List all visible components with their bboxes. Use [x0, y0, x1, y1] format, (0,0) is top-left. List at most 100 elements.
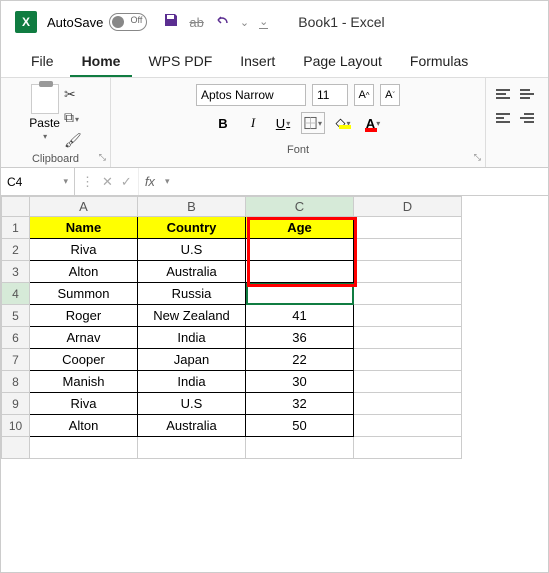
row-header[interactable]: 7 — [2, 349, 30, 371]
italic-button[interactable]: I — [241, 112, 265, 134]
cell[interactable]: 50 — [246, 415, 354, 437]
qat-customize-icon[interactable]: ⌄ — [259, 15, 268, 29]
cell[interactable]: Name — [30, 217, 138, 239]
row-header[interactable] — [2, 437, 30, 459]
cell[interactable] — [30, 437, 138, 459]
decrease-font-button[interactable]: Aˇ — [380, 84, 400, 106]
cell[interactable]: Alton — [30, 415, 138, 437]
name-box[interactable]: C4 ▾ — [1, 168, 75, 195]
cell[interactable]: Cooper — [30, 349, 138, 371]
undo-icon[interactable] — [214, 12, 230, 33]
cell[interactable] — [354, 217, 462, 239]
col-header-d[interactable]: D — [354, 197, 462, 217]
cell[interactable] — [354, 371, 462, 393]
cell[interactable] — [354, 415, 462, 437]
increase-font-button[interactable]: A^ — [354, 84, 374, 106]
dialog-launcher-icon[interactable]: ⤡ — [99, 152, 106, 163]
cell[interactable]: Arnav — [30, 327, 138, 349]
cell[interactable] — [354, 393, 462, 415]
cell[interactable]: Roger — [30, 305, 138, 327]
row-header[interactable]: 9 — [2, 393, 30, 415]
cell[interactable]: India — [138, 371, 246, 393]
row-header[interactable]: 3 — [2, 261, 30, 283]
cell[interactable]: Age — [246, 217, 354, 239]
row-header[interactable]: 2 — [2, 239, 30, 261]
cell[interactable]: Country — [138, 217, 246, 239]
tab-insert[interactable]: Insert — [228, 47, 287, 77]
font-color-button[interactable]: A▾ — [361, 112, 385, 134]
cell[interactable]: Riva — [30, 239, 138, 261]
copy-icon[interactable]: ⧉▾ — [64, 109, 82, 126]
cell[interactable] — [354, 261, 462, 283]
cell[interactable] — [354, 305, 462, 327]
cancel-icon[interactable]: ✕ — [102, 174, 113, 190]
col-header-b[interactable]: B — [138, 197, 246, 217]
row-header[interactable]: 8 — [2, 371, 30, 393]
cell[interactable]: Australia — [138, 261, 246, 283]
align-center-icon[interactable] — [518, 108, 540, 128]
autosave-toggle[interactable]: AutoSave Off — [47, 13, 147, 31]
align-top-icon[interactable] — [494, 84, 516, 104]
cell[interactable]: 30 — [246, 371, 354, 393]
cell[interactable] — [246, 437, 354, 459]
chevron-down-icon[interactable]: ▾ — [161, 176, 174, 187]
col-header-c[interactable]: C — [246, 197, 354, 217]
cell[interactable]: Japan — [138, 349, 246, 371]
cell[interactable]: Alton — [30, 261, 138, 283]
cell[interactable]: Australia — [138, 415, 246, 437]
fx-label[interactable]: fx — [139, 174, 161, 189]
cell[interactable] — [354, 239, 462, 261]
tab-home[interactable]: Home — [70, 47, 133, 77]
dialog-launcher-icon[interactable]: ⤡ — [474, 152, 481, 163]
col-header-a[interactable]: A — [30, 197, 138, 217]
bold-button[interactable]: B — [211, 112, 235, 134]
cell[interactable]: 36 — [246, 327, 354, 349]
cell[interactable]: New Zealand — [138, 305, 246, 327]
font-name-select[interactable] — [196, 84, 306, 106]
strikethrough-icon[interactable]: ab — [189, 15, 203, 30]
cell[interactable] — [354, 437, 462, 459]
align-middle-icon[interactable] — [518, 84, 540, 104]
cell[interactable]: 32 — [246, 393, 354, 415]
underline-button[interactable]: U▾ — [271, 112, 295, 134]
cell[interactable] — [354, 327, 462, 349]
enter-icon[interactable]: ✓ — [121, 174, 132, 190]
cell[interactable]: Summon — [30, 283, 138, 305]
more-icon[interactable]: ⋮ — [81, 174, 94, 190]
cut-icon[interactable]: ✂ — [64, 86, 82, 103]
chevron-down-icon[interactable]: ▾ — [63, 176, 68, 187]
row-header[interactable]: 4 — [2, 283, 30, 305]
row-header[interactable]: 6 — [2, 327, 30, 349]
cell[interactable]: 41 — [246, 305, 354, 327]
fill-color-button[interactable]: ◇▾ — [331, 112, 355, 134]
tab-wps-pdf[interactable]: WPS PDF — [136, 47, 224, 77]
cell[interactable] — [354, 349, 462, 371]
cell[interactable]: Riva — [30, 393, 138, 415]
select-all-corner[interactable] — [2, 197, 30, 217]
cell[interactable]: Russia — [138, 283, 246, 305]
format-painter-icon[interactable]: 🖌 — [64, 132, 82, 149]
cell[interactable] — [354, 283, 462, 305]
align-left-icon[interactable] — [494, 108, 516, 128]
cell[interactable] — [138, 437, 246, 459]
cell[interactable]: U.S — [138, 393, 246, 415]
row-header[interactable]: 1 — [2, 217, 30, 239]
tab-page-layout[interactable]: Page Layout — [291, 47, 394, 77]
cell[interactable]: India — [138, 327, 246, 349]
selected-cell[interactable] — [246, 283, 354, 305]
save-icon[interactable] — [163, 12, 179, 33]
cell[interactable]: 22 — [246, 349, 354, 371]
tab-formulas[interactable]: Formulas — [398, 47, 480, 77]
borders-button[interactable]: ▾ — [301, 112, 325, 134]
cell[interactable]: U.S — [138, 239, 246, 261]
row-header[interactable]: 10 — [2, 415, 30, 437]
cell[interactable] — [246, 239, 354, 261]
tab-file[interactable]: File — [19, 47, 66, 77]
font-size-select[interactable] — [312, 84, 348, 106]
cell[interactable]: Manish — [30, 371, 138, 393]
toggle-switch[interactable]: Off — [109, 13, 147, 31]
row-header[interactable]: 5 — [2, 305, 30, 327]
cell[interactable] — [246, 261, 354, 283]
paste-button[interactable]: Paste ▾ — [29, 84, 60, 141]
chevron-down-icon[interactable]: ⌄ — [240, 16, 249, 29]
